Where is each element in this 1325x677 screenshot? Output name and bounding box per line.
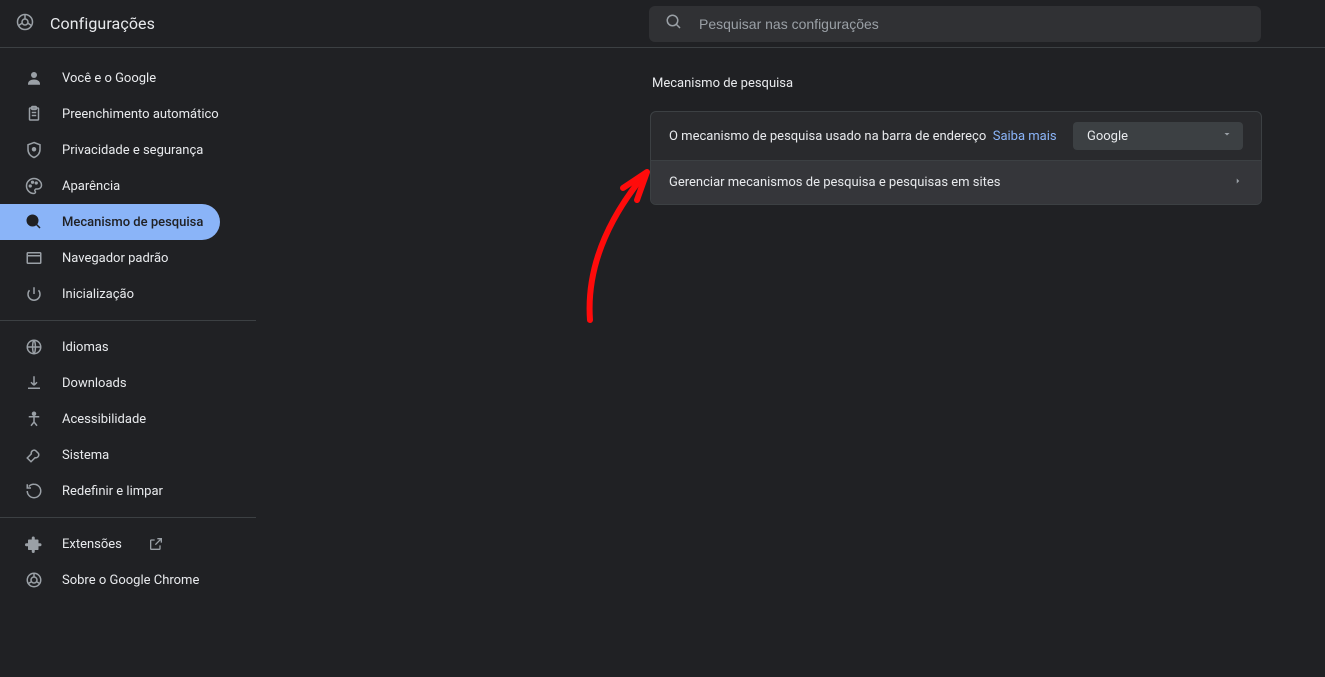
sidebar-item-default-browser[interactable]: Navegador padrão [0, 240, 220, 276]
search-box[interactable] [649, 6, 1261, 42]
page-title: Configurações [50, 14, 155, 33]
wrench-icon [24, 445, 44, 465]
settings-card: O mecanismo de pesquisa usado na barra d… [650, 111, 1262, 205]
clipboard-icon [24, 104, 44, 124]
search-input[interactable] [699, 16, 1245, 32]
chrome-icon [24, 570, 44, 590]
sidebar-item-startup[interactable]: Inicialização [0, 276, 220, 312]
sidebar-item-label: Redefinir e limpar [62, 484, 163, 499]
sidebar-item-reset[interactable]: Redefinir e limpar [0, 473, 220, 509]
nav-separator [0, 320, 256, 321]
palette-icon [24, 176, 44, 196]
puzzle-icon [24, 534, 44, 554]
sidebar-item-extensions[interactable]: Extensões [0, 526, 220, 562]
sidebar-item-label: Sistema [62, 448, 109, 463]
restore-icon [24, 481, 44, 501]
sidebar-item-label: Sobre o Google Chrome [62, 573, 199, 588]
row-text-label: Gerenciar mecanismos de pesquisa e pesqu… [669, 175, 1221, 190]
sidebar-item-label: Navegador padrão [62, 251, 168, 266]
sidebar-item-downloads[interactable]: Downloads [0, 365, 220, 401]
search-icon [24, 212, 44, 232]
search-engine-select[interactable]: Google [1073, 122, 1243, 150]
person-icon [24, 68, 44, 88]
sidebar-item-about[interactable]: Sobre o Google Chrome [0, 562, 220, 598]
sidebar-item-label: Acessibilidade [62, 412, 146, 427]
section-title: Mecanismo de pesquisa [650, 76, 1262, 91]
select-value: Google [1087, 129, 1128, 144]
sidebar-item-system[interactable]: Sistema [0, 437, 220, 473]
chevron-right-icon [1233, 175, 1243, 190]
app-header: Configurações [0, 0, 1325, 48]
sidebar-item-label: Inicialização [62, 287, 134, 302]
sidebar-item-privacy[interactable]: Privacidade e segurança [0, 132, 220, 168]
sidebar-item-languages[interactable]: Idiomas [0, 329, 220, 365]
sidebar-item-label: Privacidade e segurança [62, 143, 203, 158]
download-icon [24, 373, 44, 393]
sidebar-item-search-engine[interactable]: Mecanismo de pesquisa [0, 204, 220, 240]
sidebar-item-label: Preenchimento automático [62, 107, 219, 122]
chevron-down-icon [1221, 128, 1233, 144]
sidebar-item-label: Downloads [62, 376, 127, 391]
nav-separator [0, 517, 256, 518]
accessibility-icon [24, 409, 44, 429]
sidebar-item-appearance[interactable]: Aparência [0, 168, 220, 204]
sidebar-item-label: Extensões [62, 537, 122, 552]
external-link-icon [148, 536, 164, 552]
sidebar-item-accessibility[interactable]: Acessibilidade [0, 401, 220, 437]
search-engine-row: O mecanismo de pesquisa usado na barra d… [651, 112, 1261, 160]
browser-icon [24, 248, 44, 268]
power-icon [24, 284, 44, 304]
sidebar-item-label: Idiomas [62, 340, 109, 355]
manage-search-engines-row[interactable]: Gerenciar mecanismos de pesquisa e pesqu… [651, 160, 1261, 204]
globe-icon [24, 337, 44, 357]
search-icon [665, 13, 683, 35]
header-title-area: Configurações [16, 13, 155, 35]
sidebar-item-label: Você e o Google [62, 71, 156, 86]
sidebar-item-you-google[interactable]: Você e o Google [0, 60, 220, 96]
chrome-logo-icon [16, 13, 34, 35]
sidebar: Você e o Google Preenchimento automático P… [0, 48, 256, 677]
content-area: Mecanismo de pesquisa O mecanismo de pes… [256, 48, 1325, 677]
learn-more-link[interactable]: Saiba mais [993, 129, 1057, 144]
row-text-label: O mecanismo de pesquisa usado na barra d… [669, 129, 986, 144]
sidebar-item-autofill[interactable]: Preenchimento automático [0, 96, 220, 132]
sidebar-item-label: Mecanismo de pesquisa [62, 215, 203, 230]
sidebar-item-label: Aparência [62, 179, 120, 194]
row-description: O mecanismo de pesquisa usado na barra d… [669, 129, 1061, 144]
search-container [649, 6, 1261, 42]
shield-icon [24, 140, 44, 160]
